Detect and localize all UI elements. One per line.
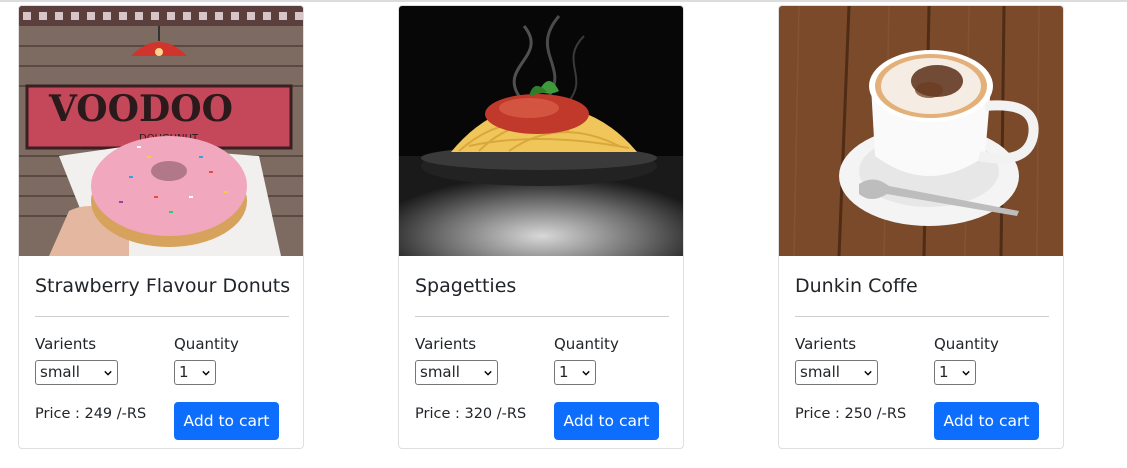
quantity-select-value: 1 — [559, 363, 569, 381]
chevron-down-icon — [962, 370, 970, 376]
quantity-select-value: 1 — [939, 363, 949, 381]
quantity-label: Quantity — [554, 335, 619, 353]
variant-select-value: small — [800, 363, 840, 381]
title-divider — [35, 316, 289, 317]
product-price: Price : 249 /-RS — [35, 406, 147, 422]
add-to-cart-button[interactable]: Add to cart — [554, 402, 659, 440]
variant-select-value: small — [40, 363, 80, 381]
variant-select[interactable]: small — [35, 360, 118, 385]
chevron-down-icon — [484, 370, 492, 376]
quantity-label: Quantity — [174, 335, 239, 353]
quantity-select[interactable]: 1 — [174, 360, 216, 385]
product-price: Price : 250 /-RS — [795, 406, 907, 422]
product-card: Dunkin Coffe Varients Quantity small 1 P… — [778, 5, 1064, 449]
variant-select[interactable]: small — [795, 360, 878, 385]
varients-label: Varients — [415, 335, 477, 353]
quantity-select[interactable]: 1 — [934, 360, 976, 385]
title-divider — [795, 316, 1049, 317]
chevron-down-icon — [104, 370, 112, 376]
product-image-coffee — [779, 6, 1063, 256]
product-image-spaghetti — [399, 6, 683, 256]
title-divider — [415, 316, 669, 317]
quantity-label: Quantity — [934, 335, 999, 353]
product-image-donut: VOODOO DOUGHNUT — [19, 6, 303, 256]
quantity-select-value: 1 — [179, 363, 189, 381]
product-title: Dunkin Coffe — [795, 275, 918, 297]
sign-text: VOODOO — [48, 88, 233, 130]
add-to-cart-button[interactable]: Add to cart — [934, 402, 1039, 440]
product-card: Spagetties Varients Quantity small 1 Pri… — [398, 5, 684, 449]
chevron-down-icon — [202, 370, 210, 376]
product-title: Spagetties — [415, 275, 517, 297]
variant-select[interactable]: small — [415, 360, 498, 385]
product-grid: VOODOO DOUGHNUT — [0, 0, 1127, 468]
product-price: Price : 320 /-RS — [415, 406, 527, 422]
variant-select-value: small — [420, 363, 460, 381]
chevron-down-icon — [864, 370, 872, 376]
product-title: Strawberry Flavour Donuts — [35, 275, 291, 297]
varients-label: Varients — [35, 335, 97, 353]
chevron-down-icon — [582, 370, 590, 376]
varients-label: Varients — [795, 335, 857, 353]
add-to-cart-button[interactable]: Add to cart — [174, 402, 279, 440]
quantity-select[interactable]: 1 — [554, 360, 596, 385]
product-card: VOODOO DOUGHNUT — [18, 5, 304, 449]
